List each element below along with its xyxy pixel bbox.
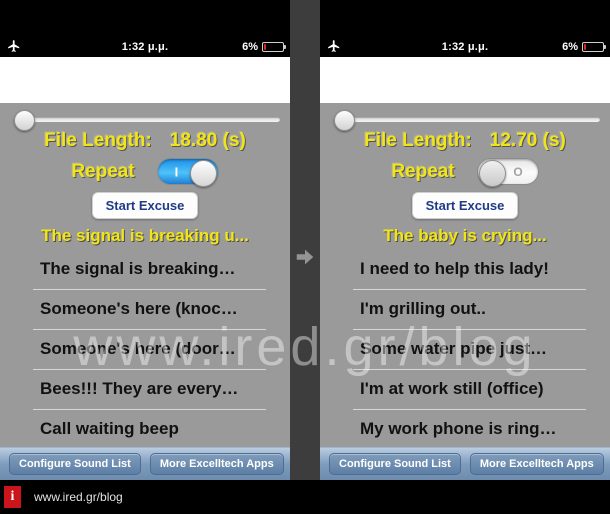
bottom-toolbar-right: Configure Sound List More Excelltech App… [320,447,610,480]
current-sound-title-right: The baby is crying... [383,226,547,245]
top-black-bezel-left [0,0,290,36]
app-content-right: File Length: 12.70 (s) Repeat O Start Ex… [320,103,610,464]
list-item[interactable]: Someone's here (door… [0,329,290,369]
file-length-label-right: File Length: [364,130,472,151]
slider-track-right[interactable] [344,117,600,122]
battery-low-icon [582,41,606,52]
file-length-row-right: File Length: 12.70 (s) [320,130,610,152]
current-sound-title-left: The signal is breaking u... [41,226,249,245]
start-button-wrap-right: Start Excuse [320,192,610,219]
arrow-right-icon [296,249,314,265]
status-battery-area-right: 6% [562,36,606,57]
start-excuse-button-left[interactable]: Start Excuse [91,192,199,219]
list-item[interactable]: Some water pipe just… [320,329,610,369]
list-item[interactable]: My work phone is ring… [320,409,610,449]
footer-bar: i www.ired.gr/blog [0,480,610,514]
phone-screenshot-left: 1:32 μ.μ. 6% File Length: 18.80 (s) Repe… [0,0,290,514]
repeat-label-left: Repeat [71,160,135,182]
configure-sound-list-button-left[interactable]: Configure Sound List [9,453,141,475]
list-item[interactable]: Someone's here (knoc… [0,289,290,329]
list-item[interactable]: I need to help this lady! [320,249,610,289]
playback-slider-left[interactable] [0,103,290,131]
toggle-knob-left[interactable] [189,160,217,187]
repeat-row-right: Repeat O [320,158,610,187]
phone-screenshot-right: 1:32 μ.μ. 6% File Length: 12.70 (s) Repe… [320,0,610,514]
bottom-toolbar-left: Configure Sound List More Excelltech App… [0,447,290,480]
list-item[interactable]: I'm at work still (office) [320,369,610,409]
sound-list-left[interactable]: The signal is breaking… Someone's here (… [0,249,290,449]
sound-list-right[interactable]: I need to help this lady! I'm grilling o… [320,249,610,449]
file-length-value-right: 12.70 (s) [489,130,566,151]
screenshot-stage: 1:32 μ.μ. 6% File Length: 18.80 (s) Repe… [0,0,610,514]
nav-white-band-right [320,57,610,103]
file-length-label-left: File Length: [44,130,152,151]
repeat-label-right: Repeat [391,160,455,182]
top-black-bezel-right [320,0,610,36]
more-excelltech-apps-button-right[interactable]: More Excelltech Apps [469,453,604,475]
toggle-on-mark-left: I [174,164,179,179]
file-length-value-left: 18.80 (s) [169,130,246,151]
ired-logo-icon: i [4,486,21,508]
toggle-knob-right[interactable] [478,160,506,187]
panel-separator [290,0,320,514]
battery-percent-right: 6% [562,40,578,53]
list-item[interactable]: The signal is breaking… [0,249,290,289]
nav-white-band-left [0,57,290,103]
toggle-off-mark-right: O [513,164,523,179]
status-battery-area-left: 6% [242,36,286,57]
status-bar-right: 1:32 μ.μ. 6% [320,36,610,57]
playback-slider-right[interactable] [320,103,610,131]
battery-low-icon [262,41,286,52]
app-content-left: File Length: 18.80 (s) Repeat I Start Ex… [0,103,290,464]
slider-track-left[interactable] [24,117,280,122]
airplane-icon [328,40,340,52]
repeat-row-left: Repeat I [0,158,290,187]
file-length-row-left: File Length: 18.80 (s) [0,130,290,152]
repeat-toggle-right[interactable]: O [476,158,539,187]
status-bar-left: 1:32 μ.μ. 6% [0,36,290,57]
list-item[interactable]: Bees!!! They are every… [0,369,290,409]
airplane-icon [8,40,20,52]
footer-url: www.ired.gr/blog [34,490,123,504]
battery-percent-left: 6% [242,40,258,53]
start-excuse-button-right[interactable]: Start Excuse [411,192,519,219]
more-excelltech-apps-button-left[interactable]: More Excelltech Apps [149,453,284,475]
slider-knob-right[interactable] [334,110,355,131]
start-button-wrap-left: Start Excuse [0,192,290,219]
configure-sound-list-button-right[interactable]: Configure Sound List [329,453,461,475]
list-item[interactable]: Call waiting beep [0,409,290,449]
repeat-toggle-left[interactable]: I [156,158,219,187]
slider-knob-left[interactable] [14,110,35,131]
list-item[interactable]: I'm grilling out.. [320,289,610,329]
